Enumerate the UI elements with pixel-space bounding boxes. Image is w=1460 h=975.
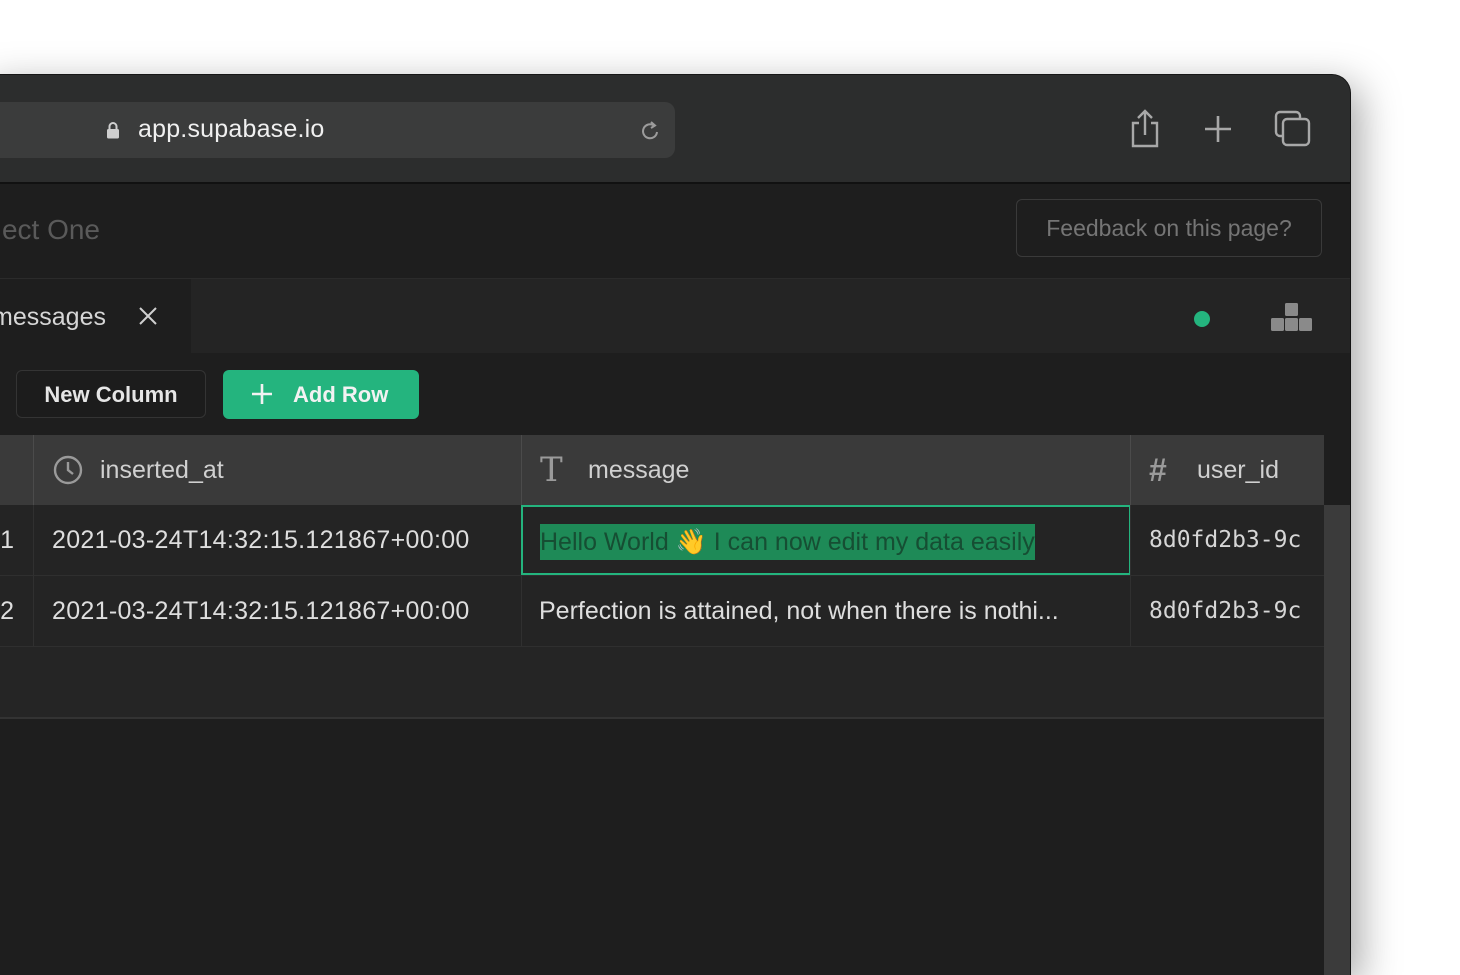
clock-icon [53,455,83,485]
column-name: user_id [1197,455,1279,484]
lock-icon [107,122,119,139]
cell-message-selected[interactable]: Hello World 👋 I can now edit my data eas… [521,505,1131,575]
hash-icon: # [1149,452,1167,488]
tab-strip: messages [0,278,1350,354]
tab-label: messages [0,303,106,331]
keyboard-shortcuts-icon[interactable] [1270,303,1314,333]
share-icon[interactable] [1125,108,1165,150]
row-index: 1 [0,526,14,554]
plus-icon [252,384,272,404]
column-header-message[interactable]: T message [521,435,1131,505]
browser-toolbar: app.supabase.io [0,75,1350,184]
grid-header: inserted_at T message # user_id [0,435,1324,505]
app-header: ect One [0,184,1350,278]
tab-messages[interactable]: messages [0,279,191,353]
project-name[interactable]: ect One [0,214,100,246]
vertical-scrollbar[interactable] [1324,505,1350,975]
new-tab-icon[interactable] [1198,108,1238,150]
add-row-label: Add Row [293,382,389,407]
new-column-button[interactable]: New Column [16,370,206,418]
feedback-input[interactable] [1016,199,1322,257]
empty-row-area [0,647,1324,719]
close-icon[interactable] [138,306,158,326]
cell-user-id[interactable]: 8d0fd2b3-9c [1130,576,1324,646]
row-index-header [0,435,34,505]
cell-inserted-at[interactable]: 2021-03-24T14:32:15.121867+00:00 [33,505,521,575]
reload-icon[interactable] [639,119,663,143]
address-bar[interactable]: app.supabase.io [0,102,675,158]
table-toolbar: New Column Add Row [0,353,1350,435]
url-text[interactable]: app.supabase.io [138,115,324,144]
add-row-button[interactable]: Add Row [223,370,419,419]
text-type-icon: T [540,450,563,490]
row-index: 2 [0,597,14,625]
column-name: inserted_at [100,455,224,484]
cell-user-id[interactable]: 8d0fd2b3-9c [1130,505,1324,575]
column-header-inserted-at[interactable]: inserted_at [33,435,521,505]
column-name: message [588,455,690,484]
cell-inserted-at[interactable]: 2021-03-24T14:32:15.121867+00:00 [33,576,521,646]
column-header-user-id[interactable]: # user_id [1130,435,1324,505]
cell-message[interactable]: Perfection is attained, not when there i… [521,576,1131,646]
selected-cell-text[interactable]: Hello World 👋 I can now edit my data eas… [540,524,1035,560]
tabs-overview-icon[interactable] [1272,108,1312,150]
table-row[interactable]: 1 2021-03-24T14:32:15.121867+00:00 Hello… [0,505,1324,576]
table-row[interactable]: 2 2021-03-24T14:32:15.121867+00:00 Perfe… [0,576,1324,647]
browser-window: app.supabase.io ect One messages [0,75,1350,975]
connection-status-dot [1194,311,1210,327]
